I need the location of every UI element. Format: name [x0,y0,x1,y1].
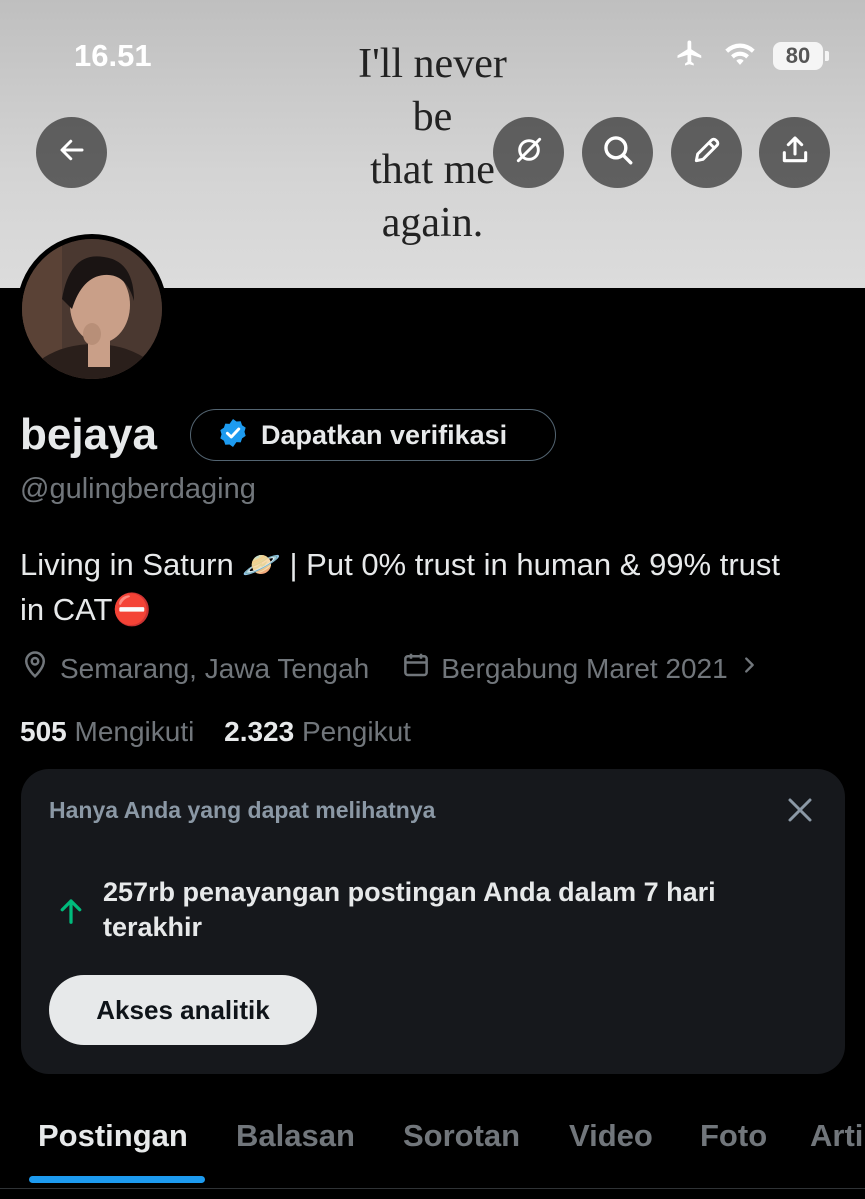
status-icons: 80 [673,38,829,73]
tab-posts[interactable]: Postingan [38,1118,188,1154]
follow-stats: 505 Mengikuti 2.323 Pengikut [20,716,411,748]
profile-tabs: Postingan Balasan Sorotan Video Foto Art… [0,1110,865,1199]
tab-photo[interactable]: Foto [700,1118,767,1154]
edit-button[interactable] [671,117,742,188]
battery-indicator: 80 [773,41,829,70]
close-icon [785,798,815,829]
active-tab-indicator [29,1176,205,1183]
grok-icon [513,134,545,171]
analytics-summary: 257rb penayangan postingan Anda dalam 7 … [103,877,716,942]
bio-line: Living in Saturn 🪐 | Put 0% trust in hum… [20,547,781,582]
bio-line: in CAT⛔ [20,592,152,627]
airplane-icon [673,38,707,73]
access-analytics-button[interactable]: Akses analitik [49,975,317,1045]
location: Semarang, Jawa Tengah [20,650,369,687]
location-text: Semarang, Jawa Tengah [60,652,370,684]
followers-link[interactable]: 2.323 Pengikut [224,716,411,747]
avatar[interactable] [17,234,167,384]
back-button[interactable] [36,117,107,188]
grok-button[interactable] [493,117,564,188]
tab-divider [0,1188,865,1189]
search-icon [601,133,635,172]
get-verified-label: Dapatkan verifikasi [261,419,508,450]
search-button[interactable] [582,117,653,188]
chevron-right-icon [738,652,760,685]
arrow-left-icon [57,135,87,170]
location-pin-icon [20,650,50,687]
join-date-text: Bergabung Maret 2021 [441,652,728,684]
profile-bio: Living in Saturn 🪐 | Put 0% trust in hum… [20,542,850,632]
analytics-card: Hanya Anda yang dapat melihatnya 257rb p… [21,769,845,1074]
arrow-up-icon [56,894,86,933]
profile-meta: Semarang, Jawa Tengah Bergabung Maret 20… [20,650,760,687]
pencil-icon [691,134,723,171]
following-link[interactable]: 505 Mengikuti [20,716,194,747]
tab-video[interactable]: Video [569,1118,653,1154]
calendar-icon [401,650,431,687]
share-button[interactable] [759,117,830,188]
join-date[interactable]: Bergabung Maret 2021 [401,650,759,687]
status-time: 16.51 [74,38,152,73]
analytics-card-title: Hanya Anda yang dapat melihatnya [49,797,436,823]
wifi-icon [723,39,757,72]
tab-replies[interactable]: Balasan [236,1118,355,1154]
verified-badge-icon [217,417,249,454]
profile-name: bejaya [20,410,157,459]
close-button[interactable] [785,795,815,830]
tab-highlights[interactable]: Sorotan [403,1118,520,1154]
tab-articles[interactable]: Artikel [810,1118,865,1154]
get-verified-button[interactable]: Dapatkan verifikasi [190,409,556,461]
share-icon [779,134,811,171]
profile-handle: @gulingberdaging [20,473,256,505]
